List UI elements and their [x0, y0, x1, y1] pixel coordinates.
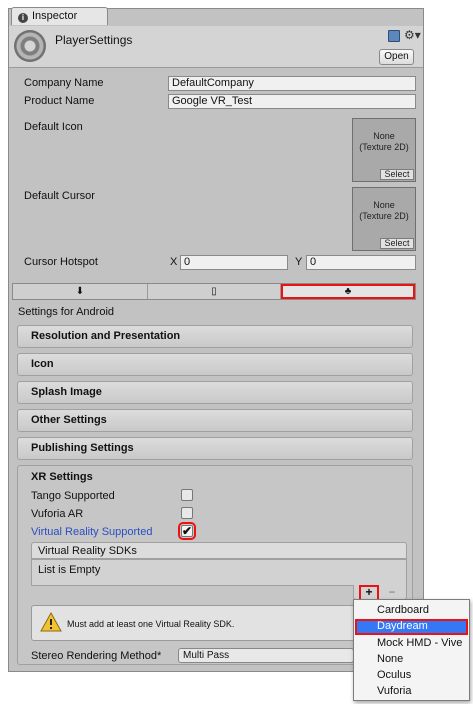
popup-item-vuforia[interactable]: Vuforia	[355, 684, 468, 700]
popup-item-mock-hmd-vive[interactable]: Mock HMD - Vive	[355, 636, 468, 652]
platform-tabs: ⬇ ▯ ♣	[12, 283, 416, 300]
section-publishing-settings[interactable]: Publishing Settings	[17, 437, 413, 460]
warning-icon	[40, 612, 62, 632]
inspector-tab-label: Inspector	[32, 10, 78, 22]
info-icon: i	[18, 13, 28, 23]
section-other-settings[interactable]: Other Settings	[17, 409, 413, 432]
stereo-rendering-dropdown[interactable]: Multi Pass	[178, 648, 354, 663]
settings-cog-icon[interactable]: ⚙▾	[404, 28, 421, 42]
cursor-hotspot-label: Cursor Hotspot	[24, 256, 98, 268]
default-icon-label: Default Icon	[24, 121, 83, 133]
company-name-field[interactable]: DefaultCompany	[168, 76, 416, 91]
tab-ios[interactable]: ▯	[148, 284, 281, 299]
section-resolution[interactable]: Resolution and Presentation	[17, 325, 413, 348]
hotspot-x-label: X	[170, 256, 178, 268]
settings-for-label: Settings for Android	[18, 306, 115, 318]
vr-supported-label: Virtual Reality Supported	[31, 526, 153, 538]
hotspot-y-label: Y	[295, 256, 303, 268]
vuforia-ar-label: Vuforia AR	[31, 508, 84, 520]
vuforia-ar-checkbox[interactable]	[181, 507, 193, 519]
remove-sdk-button[interactable]: −	[386, 586, 398, 599]
texture-none-text: None	[373, 131, 395, 141]
popup-item-none[interactable]: None	[355, 652, 468, 668]
tab-android[interactable]: ♣	[281, 284, 415, 299]
vr-sdks-header: Virtual Reality SDKs	[31, 542, 407, 559]
popup-item-cardboard[interactable]: Cardboard	[355, 603, 468, 619]
popup-item-oculus[interactable]: Oculus	[355, 668, 468, 684]
xr-settings-title[interactable]: XR Settings	[31, 471, 93, 483]
open-button[interactable]: Open	[379, 49, 414, 65]
add-sdk-button[interactable]: +	[359, 585, 379, 601]
section-icon[interactable]: Icon	[17, 353, 413, 376]
default-icon-select-button[interactable]: Select	[380, 169, 414, 180]
inspector-tab[interactable]: i Inspector	[11, 7, 108, 25]
company-name-label: Company Name	[24, 77, 104, 89]
player-settings-gear-icon	[14, 30, 46, 62]
phone-icon: ▯	[211, 286, 217, 297]
hotspot-y-field[interactable]: 0	[306, 255, 416, 270]
popup-item-daydream[interactable]: Daydream	[355, 619, 468, 635]
sdk-popup-menu: Cardboard Daydream Mock HMD - Vive None …	[353, 599, 470, 701]
tab-standalone[interactable]: ⬇	[13, 284, 148, 299]
default-cursor-label: Default Cursor	[24, 190, 95, 202]
android-icon: ♣	[344, 286, 352, 297]
product-name-label: Product Name	[24, 95, 95, 107]
page-title: PlayerSettings	[55, 33, 133, 47]
section-splash-image[interactable]: Splash Image	[17, 381, 413, 404]
default-cursor-select-button[interactable]: Select	[380, 238, 414, 249]
download-icon: ⬇	[75, 286, 85, 297]
product-name-field[interactable]: Google VR_Test	[168, 94, 416, 109]
default-cursor-texture-slot[interactable]: None (Texture 2D) Select	[352, 187, 416, 251]
default-icon-texture-slot[interactable]: None (Texture 2D) Select	[352, 118, 416, 182]
vr-sdks-list: List is Empty	[31, 559, 407, 586]
texture-none-text: None	[373, 200, 395, 210]
help-book-icon[interactable]	[388, 30, 400, 42]
texture-type-text: (Texture 2D)	[359, 211, 409, 221]
warning-text: Must add at least one Virtual Reality SD…	[67, 619, 235, 629]
tango-supported-label: Tango Supported	[31, 490, 115, 502]
stereo-rendering-label: Stereo Rendering Method*	[31, 650, 162, 662]
hotspot-x-field[interactable]: 0	[180, 255, 288, 270]
vr-supported-checkbox[interactable]: ✔	[178, 522, 196, 540]
texture-type-text: (Texture 2D)	[359, 142, 409, 152]
tango-supported-checkbox[interactable]	[181, 489, 193, 501]
